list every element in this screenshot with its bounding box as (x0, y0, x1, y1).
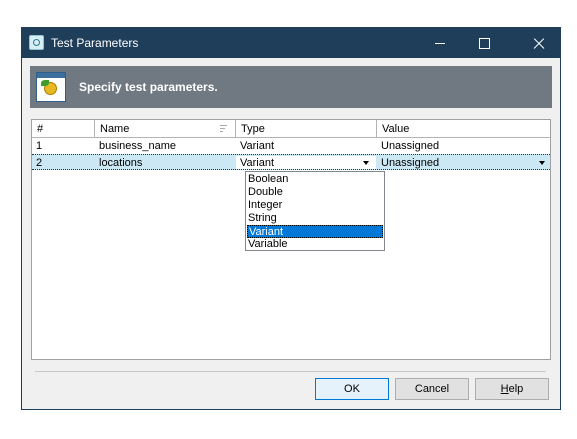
parameter-name[interactable]: business_name (95, 138, 236, 154)
help-label: elp (508, 383, 524, 395)
table-row[interactable]: 1 business_name Variant Unassigned (32, 138, 550, 154)
chevron-down-icon[interactable] (363, 161, 369, 165)
column-header-label: Name (100, 123, 130, 135)
type-select[interactable]: Variant (236, 156, 376, 169)
app-icon (29, 35, 44, 50)
column-header-label: Type (241, 123, 265, 135)
ok-button[interactable]: OK (315, 378, 389, 400)
sort-icon (220, 125, 227, 132)
close-icon[interactable] (516, 28, 560, 58)
row-number: 2 (36, 157, 43, 169)
help-mnemonic: H (500, 383, 509, 395)
dropdown-option-selected[interactable]: Variant (247, 225, 383, 238)
type-select-value: Variant (240, 157, 275, 169)
value-select-value: Unassigned (381, 157, 440, 169)
column-header-label: # (37, 123, 44, 135)
dialog-header: Specify test parameters. (30, 66, 552, 108)
maximize-icon[interactable] (462, 28, 506, 58)
row-number: 1 (36, 140, 43, 152)
column-header-value[interactable]: Value (377, 120, 550, 138)
title-bar[interactable]: Test Parameters (22, 28, 560, 58)
parameter-value[interactable]: Unassigned (377, 138, 550, 154)
column-header-type[interactable]: Type (236, 120, 377, 138)
parameters-grid[interactable]: # Name Type Value 1 business_name Varian… (31, 119, 551, 360)
help-button[interactable]: Help (475, 378, 549, 400)
parameters-icon (36, 72, 66, 102)
minimize-icon[interactable] (418, 28, 462, 58)
divider (35, 371, 546, 372)
dropdown-option[interactable]: Boolean (247, 173, 383, 186)
dropdown-option[interactable]: Variable (247, 238, 383, 251)
column-header-number[interactable]: # (32, 120, 95, 138)
window-title: Test Parameters (51, 36, 139, 50)
cancel-button[interactable]: Cancel (395, 378, 469, 400)
type-dropdown-list[interactable]: Boolean Double Integer String Variant Va… (245, 171, 385, 251)
parameter-name[interactable]: locations (95, 155, 236, 171)
parameter-type[interactable]: Variant (236, 138, 377, 154)
table-row[interactable]: 2 locations Variant Unassigned (32, 154, 550, 170)
dropdown-option[interactable]: String (247, 212, 383, 225)
parameter-value[interactable]: Unassigned (377, 155, 550, 171)
test-parameters-dialog: Test Parameters Specify test parameters.… (21, 27, 561, 410)
column-header-name[interactable]: Name (95, 120, 236, 138)
header-text: Specify test parameters. (79, 80, 218, 94)
dropdown-option[interactable]: Integer (247, 199, 383, 212)
column-header-label: Value (382, 123, 410, 135)
dropdown-option[interactable]: Double (247, 186, 383, 199)
chevron-down-icon[interactable] (539, 161, 545, 165)
